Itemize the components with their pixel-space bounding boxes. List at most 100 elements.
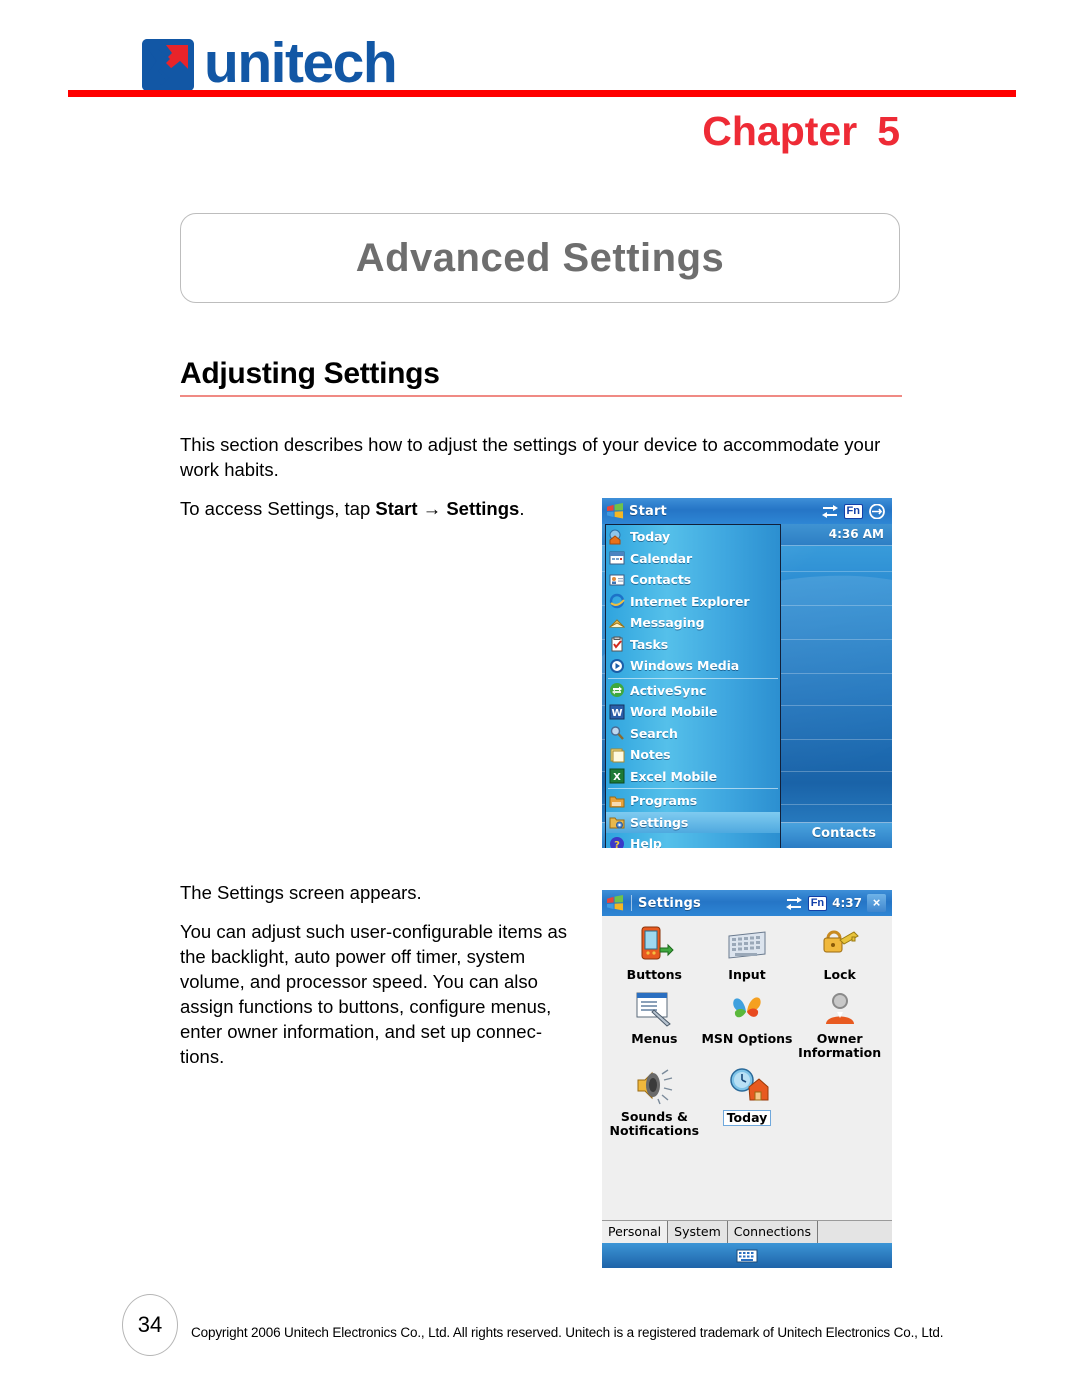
menu-item-notes[interactable]: Notes bbox=[606, 744, 780, 766]
tab-personal[interactable]: Personal bbox=[602, 1221, 669, 1243]
menu-item-activesync[interactable]: ActiveSync bbox=[606, 680, 780, 702]
settings-item-label: Owner Information bbox=[798, 1031, 882, 1060]
menu-item-settings[interactable]: Settings bbox=[606, 811, 780, 833]
menu-item-windows-media[interactable]: Windows Media bbox=[606, 655, 780, 677]
connectivity-icon[interactable] bbox=[868, 503, 886, 519]
settings-tabbar: Personal System Connections bbox=[602, 1220, 892, 1243]
settings-item-buttons[interactable]: Buttons bbox=[608, 924, 701, 982]
menu-item-label: ActiveSync bbox=[630, 682, 707, 698]
softkey-contacts[interactable]: Contacts bbox=[812, 826, 876, 841]
brand-wordmark: unitech bbox=[204, 31, 398, 95]
settings-item-label: Input bbox=[728, 967, 766, 982]
start-titlebar: Start Fn bbox=[602, 498, 892, 524]
contacts-card-icon bbox=[609, 574, 625, 586]
today-clock-house-icon bbox=[730, 1068, 769, 1101]
sync-arrows-icon[interactable] bbox=[785, 896, 803, 910]
svg-text:X: X bbox=[613, 772, 621, 783]
menu-item-label: Tasks bbox=[630, 636, 669, 652]
settings-titlebar: Settings Fn 4:37 × bbox=[602, 890, 892, 916]
word-mobile-icon: W bbox=[609, 704, 625, 720]
menu-item-label: Word Mobile bbox=[630, 704, 718, 720]
settings-item-label: Sounds & Notifications bbox=[609, 1109, 700, 1138]
page-header: unitech Chapter 5 bbox=[0, 0, 1080, 170]
access-start: Start bbox=[375, 498, 418, 519]
settings-item-sounds-notifications[interactable]: Sounds & Notifications bbox=[608, 1066, 701, 1138]
help-question-icon: ? bbox=[610, 836, 624, 848]
tasks-clipboard-icon bbox=[611, 636, 623, 652]
paragraph-adjustables: You can adjust such user-configurable it… bbox=[180, 921, 568, 1067]
menu-item-internet-explorer[interactable]: Internet Explorer bbox=[606, 591, 780, 613]
sync-arrows-icon[interactable] bbox=[821, 504, 839, 518]
access-pre: To access Settings, tap bbox=[180, 498, 376, 519]
settings-item-today[interactable]: Today bbox=[701, 1066, 794, 1138]
menu-separator bbox=[608, 788, 778, 789]
access-settings: Settings bbox=[446, 498, 520, 519]
menu-item-label: Help bbox=[630, 836, 662, 848]
settings-item-label: Lock bbox=[823, 967, 856, 982]
chapter-heading: Chapter 5 bbox=[702, 108, 900, 155]
titlebar-divider bbox=[631, 895, 632, 911]
activesync-icon bbox=[610, 683, 624, 698]
paragraph-intro: This section describes how to adjust the… bbox=[180, 434, 881, 480]
page-number-bubble: 34 bbox=[122, 1294, 178, 1356]
menu-item-label: Calendar bbox=[630, 550, 693, 566]
page-number: 34 bbox=[137, 1312, 163, 1337]
body-lower: The Settings screen appears. You can adj… bbox=[180, 880, 575, 1083]
internet-explorer-icon bbox=[609, 594, 625, 609]
menu-item-search[interactable]: Search bbox=[606, 723, 780, 745]
menu-item-programs[interactable]: Programs bbox=[606, 790, 780, 812]
menu-item-tasks[interactable]: Tasks bbox=[606, 634, 780, 656]
tab-connections[interactable]: Connections bbox=[727, 1221, 819, 1243]
settings-item-input[interactable]: Input bbox=[701, 924, 794, 982]
today-screen-background: 4:36 AM 5 information ents ocket MSN! Ca… bbox=[602, 524, 892, 848]
menu-item-contacts[interactable]: Contacts bbox=[606, 569, 780, 591]
settings-clock: 4:37 bbox=[832, 896, 862, 910]
access-arrow: → bbox=[417, 498, 447, 519]
settings-item-label: Menus bbox=[631, 1031, 678, 1046]
settings-item-msn-options[interactable]: MSN Options bbox=[701, 988, 794, 1060]
menus-window-icon bbox=[636, 992, 672, 1027]
settings-titlebar-icons: Fn 4:37 × bbox=[785, 894, 888, 912]
settings-folder-icon bbox=[609, 817, 625, 829]
chapter-label: Chapter bbox=[702, 108, 858, 154]
copyright-notice: Copyright 2006 Unitech Electronics Co., … bbox=[191, 1325, 944, 1340]
chapter-number: 5 bbox=[877, 108, 900, 154]
programs-folder-icon bbox=[609, 796, 625, 808]
unitech-logo-mark-icon bbox=[142, 38, 194, 91]
pda-buttons-icon bbox=[641, 926, 675, 960]
menu-item-today[interactable]: Today bbox=[606, 526, 780, 548]
access-post: . bbox=[519, 498, 525, 519]
padlock-key-icon bbox=[823, 930, 859, 953]
settings-icon-area: Buttons Input Lock Menus MSN Options Own… bbox=[602, 916, 892, 1268]
calendar-icon bbox=[609, 551, 625, 565]
fn-key-icon[interactable]: Fn bbox=[843, 503, 863, 519]
menu-item-label: Today bbox=[630, 529, 671, 545]
header-red-rule bbox=[68, 90, 1016, 97]
fn-key-icon[interactable]: Fn bbox=[807, 895, 828, 911]
chapter-title-box: Advanced Settings bbox=[180, 213, 900, 303]
menu-item-help[interactable]: ? Help bbox=[606, 833, 780, 848]
menu-item-excel-mobile[interactable]: X Excel Mobile bbox=[606, 766, 780, 788]
close-icon[interactable]: × bbox=[867, 894, 886, 912]
settings-item-lock[interactable]: Lock bbox=[793, 924, 886, 982]
menu-item-word-mobile[interactable]: W Word Mobile bbox=[606, 701, 780, 723]
menu-item-label: Programs bbox=[630, 793, 698, 809]
settings-item-menus[interactable]: Menus bbox=[608, 988, 701, 1060]
svg-text:W: W bbox=[611, 708, 622, 719]
menu-separator bbox=[608, 677, 778, 679]
settings-item-owner-information[interactable]: Owner Information bbox=[793, 988, 886, 1060]
menu-item-calendar[interactable]: Calendar bbox=[606, 548, 780, 570]
menu-item-label: Windows Media bbox=[630, 658, 740, 674]
svg-text:?: ? bbox=[614, 840, 620, 848]
menu-item-messaging[interactable]: Messaging bbox=[606, 612, 780, 634]
start-menu-panel: Today Calendar Contacts Internet Explore… bbox=[605, 524, 781, 848]
msn-butterfly-icon bbox=[733, 997, 761, 1018]
settings-item-label: MSN Options bbox=[701, 1031, 793, 1046]
menu-item-label: Contacts bbox=[630, 572, 692, 588]
messaging-envelope-icon bbox=[609, 619, 625, 628]
keyboard-input-icon bbox=[728, 931, 766, 959]
section-heading-text: Adjusting Settings bbox=[180, 357, 440, 390]
windows-flag-icon bbox=[607, 503, 624, 519]
keyboard-sip-icon[interactable] bbox=[736, 1249, 758, 1263]
tab-system[interactable]: System bbox=[668, 1221, 728, 1243]
